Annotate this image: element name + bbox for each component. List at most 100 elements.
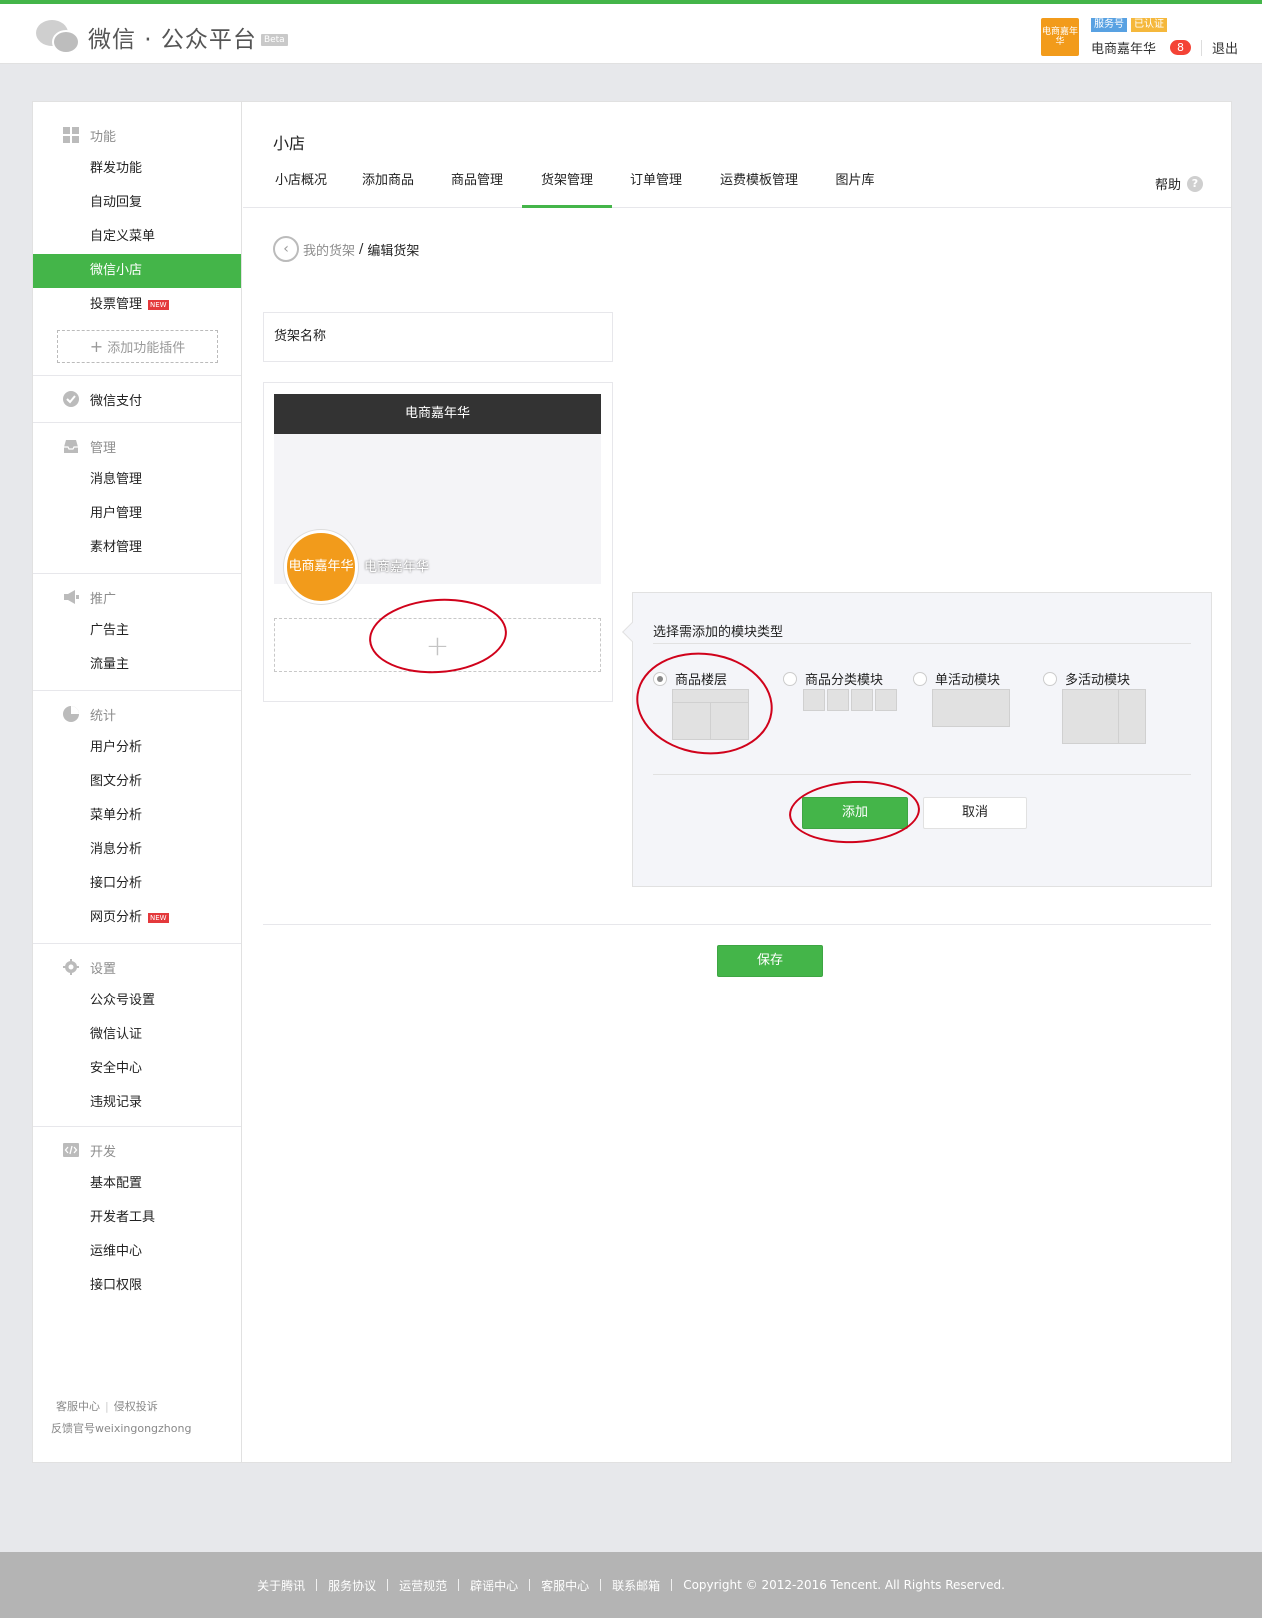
account-name[interactable]: 电商嘉年华 xyxy=(1091,38,1156,57)
sidebar-item-vote[interactable]: 投票管理 NEW xyxy=(33,288,241,322)
footer-copyright: Copyright © 2012-2016 Tencent. All Right… xyxy=(683,1578,1005,1592)
service-center-link[interactable]: 客服中心 xyxy=(56,1400,100,1413)
breadcrumb-my-shelves[interactable]: 我的货架 xyxy=(303,240,355,259)
category-preview-4 xyxy=(875,689,897,711)
annotation-ellipse xyxy=(787,777,922,847)
add-plugin-button[interactable]: + 添加功能插件 xyxy=(57,330,218,363)
tab-add-product[interactable]: 添加商品 xyxy=(360,168,416,208)
tab-image-library[interactable]: 图片库 xyxy=(833,168,877,208)
sidebar-item-article-analysis[interactable]: 图文分析 xyxy=(33,765,241,799)
sidebar-item-api-permissions[interactable]: 接口权限 xyxy=(33,1269,241,1303)
page-title: 小店 xyxy=(273,134,306,153)
tab-shipping-templates[interactable]: 运费模板管理 xyxy=(718,168,800,208)
account-avatar[interactable]: 电商嘉年华 xyxy=(1040,18,1079,56)
footer-service-agreement[interactable]: 服务协议 xyxy=(328,1577,376,1594)
radio-unchecked[interactable] xyxy=(1043,671,1057,686)
sidebar-group-manage: 管理 xyxy=(33,429,241,463)
save-button[interactable]: 保存 xyxy=(717,945,823,977)
sidebar-item-basic-config[interactable]: 基本配置 xyxy=(33,1167,241,1201)
module-type-popover: 选择需添加的模块类型 商品楼层 商品分类模块 单活动模块 多活动模块 添加 取消 xyxy=(622,592,1212,887)
shelf-cover[interactable]: 电商嘉年华 电商嘉年华 xyxy=(274,434,601,604)
option-category-module[interactable]: 商品分类模块 xyxy=(783,669,883,688)
footer-rumor-center[interactable]: 辟谣中心 xyxy=(470,1577,518,1594)
logo-text: 微信 · 公众平台 xyxy=(88,27,257,53)
notification-badge[interactable]: 8 xyxy=(1169,40,1191,55)
category-preview-2 xyxy=(827,689,849,711)
page-footer: 关于腾讯 服务协议 运营规范 辟谣中心 客服中心 联系邮箱 Copyright … xyxy=(0,1552,1262,1618)
back-arrow-icon[interactable]: ‹ xyxy=(273,236,299,262)
sidebar-item-custom-menu[interactable]: 自定义菜单 xyxy=(33,220,241,254)
sidebar-item-menu-analysis[interactable]: 菜单分析 xyxy=(33,799,241,833)
radio-unchecked[interactable] xyxy=(913,671,927,686)
sidebar-item-auto-reply[interactable]: 自动回复 xyxy=(33,186,241,220)
sidebar-item-api-analysis[interactable]: 接口分析 xyxy=(33,867,241,901)
sidebar-item-message-analysis[interactable]: 消息分析 xyxy=(33,833,241,867)
tab-order-management[interactable]: 订单管理 xyxy=(628,168,684,208)
footer-service-center[interactable]: 客服中心 xyxy=(541,1577,589,1594)
megaphone-icon xyxy=(63,589,79,605)
sidebar-group-statistics: 统计 xyxy=(33,697,241,731)
sidebar-item-web-analysis[interactable]: 网页分析 NEW xyxy=(33,901,241,935)
sidebar-item-account-settings[interactable]: 公众号设置 xyxy=(33,984,241,1018)
feedback-link[interactable]: 反馈官号weixingongzhong xyxy=(51,1422,191,1435)
logout-link[interactable]: 退出 xyxy=(1212,38,1238,57)
footer-operation-rules[interactable]: 运营规范 xyxy=(399,1577,447,1594)
account-panel: 电商嘉年华 服务号 已认证 电商嘉年华 8 退出 xyxy=(1040,18,1238,58)
complaint-link[interactable]: 侵权投诉 xyxy=(114,1400,158,1413)
option-multi-activity[interactable]: 多活动模块 xyxy=(1043,669,1130,688)
sidebar-item-materials[interactable]: 素材管理 xyxy=(33,531,241,565)
popover-title: 选择需添加的模块类型 xyxy=(653,625,784,640)
sidebar-item-user-analysis[interactable]: 用户分析 xyxy=(33,731,241,765)
content-area: 小店 小店概况 添加商品 商品管理 货架管理 订单管理 运费模板管理 图片库 帮… xyxy=(243,102,1231,1462)
annotation-ellipse xyxy=(629,643,780,764)
footer-about-tencent[interactable]: 关于腾讯 xyxy=(257,1577,305,1594)
sidebar-item-dev-tools[interactable]: 开发者工具 xyxy=(33,1201,241,1235)
help-link[interactable]: 帮助 ? xyxy=(1155,174,1203,193)
pie-chart-icon xyxy=(63,706,79,722)
cancel-button[interactable]: 取消 xyxy=(923,797,1027,829)
option-single-activity[interactable]: 单活动模块 xyxy=(913,669,1000,688)
sidebar-item-messages[interactable]: 消息管理 xyxy=(33,463,241,497)
category-preview-3 xyxy=(851,689,873,711)
sidebar-item-users[interactable]: 用户管理 xyxy=(33,497,241,531)
question-icon: ? xyxy=(1187,175,1203,192)
wechat-bubbles-icon xyxy=(36,18,82,56)
category-preview-1 xyxy=(803,689,825,711)
new-tag: NEW xyxy=(148,299,169,310)
sidebar-group-develop: 开发 xyxy=(33,1133,241,1167)
radio-unchecked[interactable] xyxy=(783,671,797,686)
shelf-name-field[interactable]: 货架名称 xyxy=(263,312,613,362)
sidebar-item-advertiser[interactable]: 广告主 xyxy=(33,614,241,648)
beta-badge: Beta xyxy=(260,34,288,46)
sidebar-item-violations[interactable]: 违规记录 xyxy=(33,1086,241,1120)
top-bar: 微信 · 公众平台 Beta 电商嘉年华 服务号 已认证 电商嘉年华 8 退出 xyxy=(0,0,1262,64)
pay-icon xyxy=(63,391,79,407)
sidebar-item-security[interactable]: 安全中心 xyxy=(33,1052,241,1086)
inbox-icon xyxy=(63,438,79,454)
main-panel: 功能 群发功能 自动回复 自定义菜单 微信小店 投票管理 NEW + 添加功能插件 … xyxy=(32,101,1232,1463)
new-tag: NEW xyxy=(148,912,169,923)
sidebar-item-publisher[interactable]: 流量主 xyxy=(33,648,241,682)
sidebar-item-ops-center[interactable]: 运维中心 xyxy=(33,1235,241,1269)
sidebar-item-wechat-pay[interactable]: 微信支付 xyxy=(33,382,241,416)
grid-icon xyxy=(63,127,79,143)
footer-contact-email[interactable]: 联系邮箱 xyxy=(612,1577,660,1594)
verified-tag: 已认证 xyxy=(1130,18,1167,32)
sidebar-item-mass-send[interactable]: 群发功能 xyxy=(33,152,241,186)
tab-store-overview[interactable]: 小店概况 xyxy=(273,168,329,208)
tab-shelf-management[interactable]: 货架管理 xyxy=(522,168,612,208)
tab-bar: 小店概况 添加商品 商品管理 货架管理 订单管理 运费模板管理 图片库 xyxy=(243,168,1231,208)
sidebar-footer: 客服中心 | 侵权投诉 反馈官号weixingongzhong xyxy=(51,1400,192,1435)
sidebar-item-wechat-store[interactable]: 微信小店 xyxy=(33,254,241,288)
sidebar-item-verification[interactable]: 微信认证 xyxy=(33,1018,241,1052)
service-account-tag: 服务号 xyxy=(1090,18,1127,32)
shelf-logo: 电商嘉年华 xyxy=(284,530,358,604)
multi-activity-preview xyxy=(1062,689,1146,744)
breadcrumb: ‹ 我的货架 / 编辑货架 xyxy=(273,236,419,262)
tab-product-management[interactable]: 商品管理 xyxy=(449,168,505,208)
sidebar: 功能 群发功能 自动回复 自定义菜单 微信小店 投票管理 NEW + 添加功能插件 … xyxy=(33,102,242,1462)
wechat-logo[interactable]: 微信 · 公众平台 Beta xyxy=(36,18,288,56)
single-activity-preview xyxy=(932,689,1010,727)
sidebar-group-settings: 设置 xyxy=(33,950,241,984)
sidebar-group-promotion: 推广 xyxy=(33,580,241,614)
